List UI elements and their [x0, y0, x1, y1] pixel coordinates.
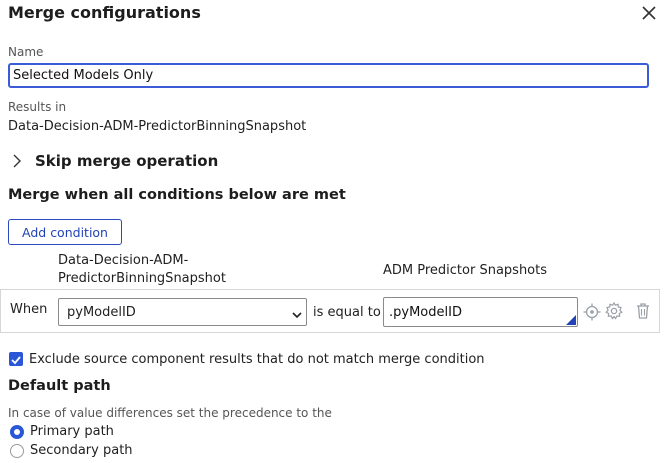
when-label: When [10, 302, 48, 317]
conditions-heading: Merge when all conditions below are met [8, 187, 346, 203]
autocomplete-indicator [566, 315, 576, 325]
left-field-select[interactable]: pyModelID [58, 298, 307, 326]
close-icon[interactable] [638, 2, 660, 24]
default-path-heading: Default path [8, 378, 111, 394]
skip-merge-label[interactable]: Skip merge operation [35, 152, 218, 170]
column-header-source-line1: Data-Decision-ADM- [58, 253, 189, 268]
radio-primary-path-label[interactable]: Primary path [30, 424, 114, 439]
name-label: Name [8, 45, 44, 59]
chevron-right-icon[interactable] [10, 152, 24, 170]
right-field-input[interactable] [383, 297, 578, 327]
results-value: Data-Decision-ADM-PredictorBinningSnapsh… [8, 119, 307, 134]
column-header-target: ADM Predictor Snapshots [383, 263, 548, 278]
dialog-title: Merge configurations [8, 3, 201, 22]
add-condition-button[interactable]: Add condition [8, 219, 122, 245]
gear-icon[interactable] [604, 301, 624, 321]
exclude-checkbox[interactable] [9, 352, 23, 366]
operator-label: is equal to [313, 305, 381, 320]
radio-primary-path[interactable] [10, 425, 24, 439]
chevron-down-icon[interactable] [291, 306, 303, 319]
column-header-source: Data-Decision-ADM- PredictorBinningSnaps… [58, 252, 226, 288]
radio-secondary-path[interactable] [10, 444, 24, 458]
left-field-value: pyModelID [67, 305, 136, 320]
name-input[interactable] [8, 63, 649, 88]
radio-secondary-path-label[interactable]: Secondary path [30, 443, 133, 458]
column-header-source-line2: PredictorBinningSnapshot [58, 271, 226, 286]
default-path-hint: In case of value differences set the pre… [8, 406, 332, 420]
trash-icon[interactable] [633, 301, 653, 321]
skip-merge-toggle[interactable] [10, 152, 24, 170]
results-label: Results in [8, 100, 67, 114]
checkmark-icon [11, 356, 21, 365]
target-icon[interactable] [582, 302, 602, 322]
close-button[interactable] [638, 2, 660, 24]
exclude-label[interactable]: Exclude source component results that do… [29, 352, 485, 367]
